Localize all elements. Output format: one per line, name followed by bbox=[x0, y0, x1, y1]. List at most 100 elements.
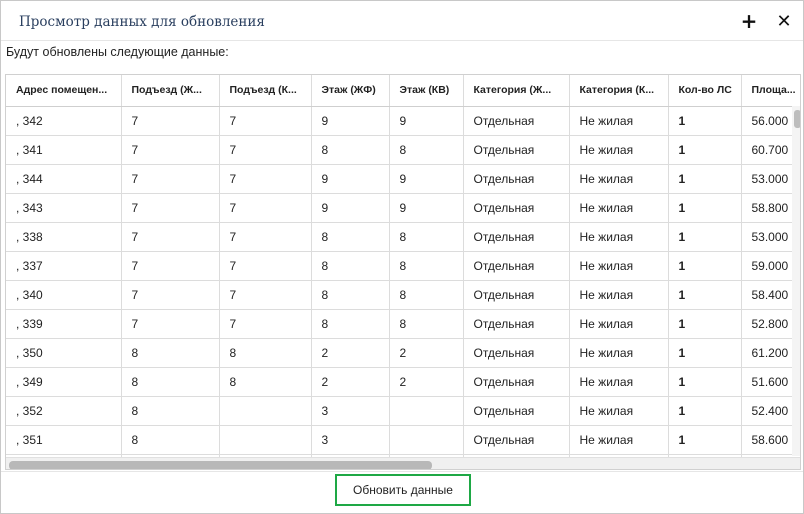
table-cell: , 340 bbox=[6, 280, 122, 310]
table-row[interactable]: , 341 7 7 8 8 Отдельная Не жилая 1 60.700 bbox=[6, 135, 800, 165]
table-cell: , 344 bbox=[6, 164, 122, 194]
table-cell: 9 bbox=[311, 193, 390, 223]
column-header[interactable]: Категория (Ж... bbox=[463, 75, 570, 107]
table-row[interactable]: , 350 8 8 2 2 Отдельная Не жилая 1 61.200 bbox=[6, 338, 800, 368]
table-cell: 7 bbox=[121, 222, 220, 252]
table-cell: 1 bbox=[668, 222, 742, 252]
table-cell: Отдельная bbox=[463, 396, 570, 426]
table-cell: Отдельная bbox=[463, 251, 570, 281]
table-cell: 7 bbox=[219, 222, 312, 252]
table-cell: Не жилая bbox=[569, 164, 669, 194]
table-cell: 7 bbox=[219, 193, 312, 223]
data-grid: Адрес помещен... Подъезд (Ж... Подъезд (К.… bbox=[5, 74, 801, 470]
table-row[interactable]: , 344 7 7 9 9 Отдельная Не жилая 1 53.000 bbox=[6, 164, 800, 194]
table-cell: 7 bbox=[219, 309, 312, 339]
table-row[interactable]: , 349 8 8 2 2 Отдельная Не жилая 1 51.600 bbox=[6, 367, 800, 397]
table-cell: 9 bbox=[389, 106, 464, 136]
table-cell: Отдельная bbox=[463, 425, 570, 455]
table-row[interactable]: , 339 7 7 8 8 Отдельная Не жилая 1 52.800 bbox=[6, 309, 800, 339]
table-body: , 342 7 7 9 9 Отдельная Не жилая 1 56.000, 341 7 7… bbox=[6, 106, 800, 469]
table-cell: 1 bbox=[668, 280, 742, 310]
column-header[interactable]: Кол-во ЛС bbox=[668, 75, 742, 107]
table-cell: Не жилая bbox=[569, 222, 669, 252]
table-cell: Отдельная bbox=[463, 135, 570, 165]
table-cell: 8 bbox=[311, 222, 390, 252]
plus-icon[interactable]: + bbox=[738, 9, 760, 33]
table-row[interactable]: , 343 7 7 9 9 Отдельная Не жилая 1 58.800 bbox=[6, 193, 800, 223]
table-cell: 1 bbox=[668, 425, 742, 455]
dialog-footer: Обновить данные bbox=[1, 471, 803, 513]
table-cell: Не жилая bbox=[569, 193, 669, 223]
table-cell: 8 bbox=[389, 280, 464, 310]
table-row[interactable]: , 342 7 7 9 9 Отдельная Не жилая 1 56.000 bbox=[6, 106, 800, 136]
table-cell: , 337 bbox=[6, 251, 122, 281]
table-cell: , 339 bbox=[6, 309, 122, 339]
table-cell: 1 bbox=[668, 164, 742, 194]
table-cell: 8 bbox=[389, 135, 464, 165]
vertical-scrollbar-thumb[interactable] bbox=[794, 110, 800, 128]
column-header[interactable]: Площа... bbox=[741, 75, 800, 107]
table-cell: Не жилая bbox=[569, 106, 669, 136]
column-header[interactable]: Подъезд (Ж... bbox=[121, 75, 220, 107]
table-cell: 7 bbox=[219, 135, 312, 165]
table-cell: 9 bbox=[311, 106, 390, 136]
table-cell: Отдельная bbox=[463, 309, 570, 339]
column-header[interactable]: Этаж (ЖФ) bbox=[311, 75, 390, 107]
table-cell: 2 bbox=[389, 338, 464, 368]
table-row[interactable]: , 338 7 7 8 8 Отдельная Не жилая 1 53.000 bbox=[6, 222, 800, 252]
table-cell: 8 bbox=[311, 309, 390, 339]
table-cell: 8 bbox=[121, 338, 220, 368]
table-cell: 7 bbox=[121, 135, 220, 165]
dialog-subtitle: Будут обновлены следующие данные: bbox=[6, 45, 229, 59]
table-cell: Не жилая bbox=[569, 338, 669, 368]
table-cell: 8 bbox=[389, 309, 464, 339]
table-cell: 8 bbox=[311, 135, 390, 165]
table-row[interactable]: , 340 7 7 8 8 Отдельная Не жилая 1 58.400 bbox=[6, 280, 800, 310]
column-header[interactable]: Этаж (КВ) bbox=[389, 75, 464, 107]
table-cell: 2 bbox=[389, 367, 464, 397]
column-header[interactable]: Адрес помещен... bbox=[6, 75, 122, 107]
dialog-titlebar: Просмотр данных для обновления + ✕ bbox=[1, 1, 803, 41]
table-cell: 8 bbox=[121, 367, 220, 397]
table-cell: 7 bbox=[121, 106, 220, 136]
table-cell: 3 bbox=[311, 396, 390, 426]
table-cell: Не жилая bbox=[569, 135, 669, 165]
table-cell: 2 bbox=[311, 367, 390, 397]
table-cell: 3 bbox=[311, 425, 390, 455]
table-row[interactable]: , 337 7 7 8 8 Отдельная Не жилая 1 59.000 bbox=[6, 251, 800, 281]
table-cell: 7 bbox=[121, 164, 220, 194]
horizontal-scrollbar[interactable] bbox=[6, 457, 800, 469]
table-cell: 1 bbox=[668, 106, 742, 136]
close-icon[interactable]: ✕ bbox=[773, 9, 795, 33]
table-cell: 7 bbox=[219, 164, 312, 194]
table-row[interactable]: , 352 8 3 Отдельная Не жилая 1 52.400 bbox=[6, 396, 800, 426]
table-cell: 1 bbox=[668, 135, 742, 165]
table-cell: Не жилая bbox=[569, 367, 669, 397]
table-header-row: Адрес помещен... Подъезд (Ж... Подъезд (К.… bbox=[6, 75, 800, 107]
dialog-title: Просмотр данных для обновления bbox=[19, 14, 265, 30]
table-cell bbox=[219, 425, 312, 455]
table-cell: Не жилая bbox=[569, 251, 669, 281]
table-cell: Не жилая bbox=[569, 396, 669, 426]
table-cell: Не жилая bbox=[569, 425, 669, 455]
horizontal-scrollbar-thumb[interactable] bbox=[9, 461, 432, 469]
table-cell: 1 bbox=[668, 309, 742, 339]
table-cell: 8 bbox=[219, 338, 312, 368]
column-header[interactable]: Категория (К... bbox=[569, 75, 669, 107]
table-cell: Отдельная bbox=[463, 222, 570, 252]
table-cell: 7 bbox=[121, 251, 220, 281]
table-row[interactable]: , 351 8 3 Отдельная Не жилая 1 58.600 bbox=[6, 425, 800, 455]
table-cell: Не жилая bbox=[569, 280, 669, 310]
table-cell: Отдельная bbox=[463, 164, 570, 194]
table-cell: 8 bbox=[311, 251, 390, 281]
table-cell: 8 bbox=[389, 222, 464, 252]
vertical-scrollbar[interactable] bbox=[792, 106, 800, 456]
table-cell bbox=[389, 425, 464, 455]
table-cell: 7 bbox=[121, 309, 220, 339]
column-header[interactable]: Подъезд (К... bbox=[219, 75, 312, 107]
table-cell: Отдельная bbox=[463, 193, 570, 223]
update-data-button[interactable]: Обновить данные bbox=[335, 474, 471, 506]
table-cell: 9 bbox=[311, 164, 390, 194]
table-cell: 1 bbox=[668, 367, 742, 397]
table-cell: , 352 bbox=[6, 396, 122, 426]
